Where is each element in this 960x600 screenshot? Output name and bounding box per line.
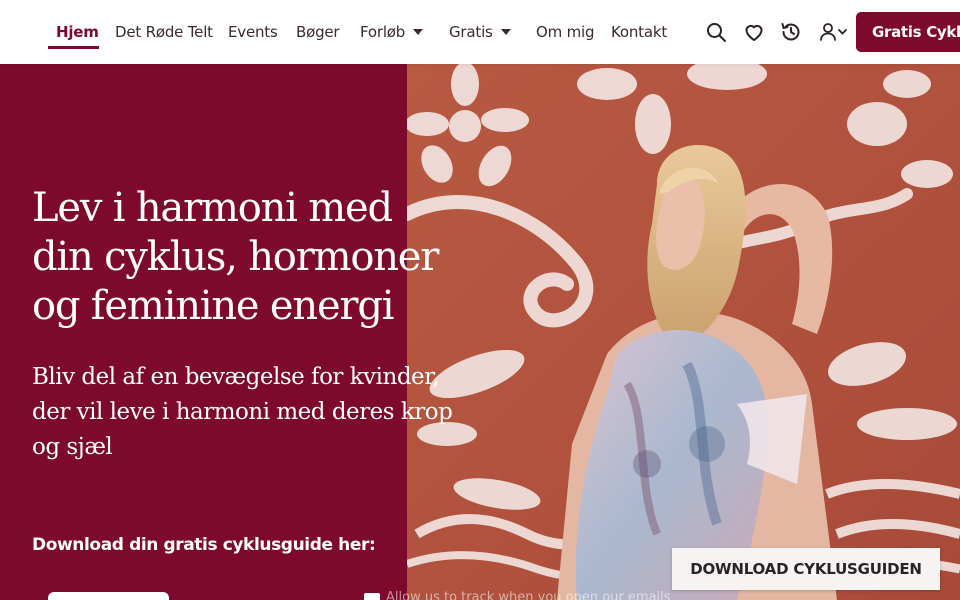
nav-item-boger[interactable]: Bøger — [296, 22, 340, 42]
hero-subtitle: Bliv del af en bevægelse for kvinder, de… — [32, 364, 453, 460]
free-cycle-cta-button[interactable]: Gratis Cyklus — [856, 12, 960, 52]
consent-label: Allow us to track when you open our emai… — [386, 590, 671, 600]
nav-item-om-mig[interactable]: Om mig — [536, 22, 594, 42]
nav-item-forlob[interactable]: Forløb — [360, 22, 424, 42]
search-icon[interactable] — [704, 20, 728, 44]
nav-item-gratis-label: Gratis — [449, 23, 493, 41]
chevron-down-icon — [500, 28, 511, 35]
history-icon[interactable] — [779, 20, 803, 44]
nav-item-hjem[interactable]: Hjem — [56, 22, 99, 42]
top-navigation: Hjem Det Røde Telt Events Bøger Forløb G… — [0, 0, 960, 64]
user-icon[interactable] — [818, 20, 852, 44]
nav-item-kontakt[interactable]: Kontakt — [611, 22, 667, 42]
hero-title: Lev i harmoni med din cyklus, hormoner o… — [32, 185, 439, 329]
download-guide-button[interactable]: DOWNLOAD CYKLUSGUIDEN — [672, 548, 940, 590]
nav-item-events[interactable]: Events — [228, 22, 278, 42]
consent-checkbox[interactable] — [364, 593, 380, 600]
active-nav-indicator — [48, 46, 99, 49]
hero-panel — [0, 64, 407, 600]
chevron-down-icon — [413, 28, 424, 35]
woman-portrait-illustration — [407, 64, 960, 600]
nav-item-det-rode-telt[interactable]: Det Røde Telt — [115, 22, 213, 42]
nav-item-gratis[interactable]: Gratis — [449, 22, 511, 42]
nav-item-forlob-label: Forløb — [360, 23, 406, 41]
hero-photo — [407, 64, 960, 600]
email-field[interactable] — [48, 592, 169, 600]
download-guide-label: Download din gratis cyklusguide her: — [32, 535, 376, 555]
heart-icon[interactable] — [742, 20, 766, 44]
